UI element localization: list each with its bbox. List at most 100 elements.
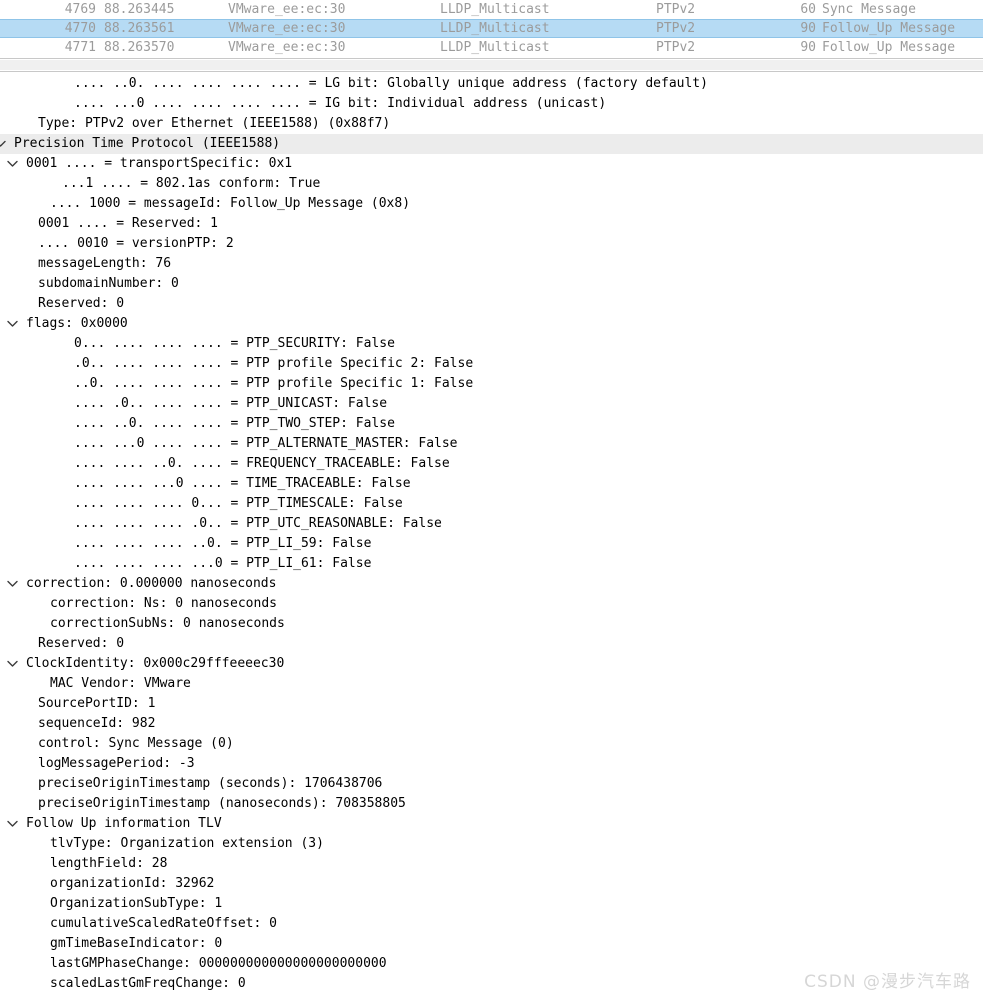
detail-tree-row[interactable]: lengthField: 28 <box>0 854 983 874</box>
detail-tree-row[interactable]: .... .... .... ...0 = PTP_LI_61: False <box>0 554 983 574</box>
detail-field-label: .... ..0. .... .... = PTP_TWO_STEP: Fals… <box>74 416 395 431</box>
detail-tree-row[interactable]: ClockIdentity: 0x000c29fffeeeec30 <box>0 654 983 674</box>
chevron-down-icon[interactable] <box>4 814 20 834</box>
detail-field-label: cumulativeScaledRateOffset: 0 <box>50 916 277 931</box>
packet-no: 4770 <box>64 21 96 36</box>
packet-source: VMware_ee:ec:30 <box>228 21 346 36</box>
detail-field-label: ...1 .... = 802.1as conform: True <box>62 176 321 191</box>
detail-tree-row[interactable]: .... .... .... 0... = PTP_TIMESCALE: Fal… <box>0 494 983 514</box>
detail-tree-row[interactable]: .... ..0. .... .... .... .... = LG bit: … <box>0 74 983 94</box>
detail-field-label: flags: 0x0000 <box>26 316 128 331</box>
detail-tree-row[interactable]: tlvType: Organization extension (3) <box>0 834 983 854</box>
detail-tree-row[interactable]: 0001 .... = transportSpecific: 0x1 <box>0 154 983 174</box>
packet-list-row[interactable]: 4769 88.263445 VMware_ee:ec:30 LLDP_Multica… <box>0 0 983 19</box>
detail-field-label: .... ...0 .... .... = PTP_ALTERNATE_MAST… <box>74 436 458 451</box>
detail-field-label: organizationId: 32962 <box>50 876 215 891</box>
detail-field-label: Precision Time Protocol (IEEE1588) <box>14 136 281 151</box>
detail-field-label: .... 0010 = versionPTP: 2 <box>38 236 234 251</box>
detail-tree-row[interactable]: .... ...0 .... .... .... .... = IG bit: … <box>0 94 983 114</box>
chevron-down-icon[interactable] <box>4 314 20 334</box>
detail-tree-row[interactable]: SourcePortID: 1 <box>0 694 983 714</box>
packet-protocol: PTPv2 <box>656 21 696 36</box>
detail-field-label: .... .... .... .0.. = PTP_UTC_REASONABLE… <box>74 516 442 531</box>
packet-protocol: PTPv2 <box>656 40 696 55</box>
detail-tree-row[interactable]: .... .0.. .... .... = PTP_UNICAST: False <box>0 394 983 414</box>
detail-tree-row[interactable]: .... .... ..0. .... = FREQUENCY_TRACEABL… <box>0 454 983 474</box>
detail-tree-row[interactable]: cumulativeScaledRateOffset: 0 <box>0 914 983 934</box>
packet-length: 60 <box>800 2 816 17</box>
packet-list-row[interactable]: 4770 88.263561 VMware_ee:ec:30 LLDP_Multica… <box>0 19 983 38</box>
detail-tree-row[interactable]: Type: PTPv2 over Ethernet (IEEE1588) (0x… <box>0 114 983 134</box>
detail-field-label: .... .... .... 0... = PTP_TIMESCALE: Fal… <box>74 496 403 511</box>
packet-no: 4769 <box>64 2 96 17</box>
detail-tree-row[interactable]: sequenceId: 982 <box>0 714 983 734</box>
detail-tree-row[interactable]: ..0. .... .... .... = PTP profile Specif… <box>0 374 983 394</box>
detail-tree-row[interactable]: 0... .... .... .... = PTP_SECURITY: Fals… <box>0 334 983 354</box>
packet-time: 88.263570 <box>104 40 175 55</box>
detail-tree-row[interactable]: organizationId: 32962 <box>0 874 983 894</box>
detail-tree-row[interactable]: logMessagePeriod: -3 <box>0 754 983 774</box>
detail-tree-row[interactable]: correction: Ns: 0 nanoseconds <box>0 594 983 614</box>
detail-tree-row[interactable]: .0.. .... .... .... = PTP profile Specif… <box>0 354 983 374</box>
detail-tree-row[interactable]: .... .... .... ..0. = PTP_LI_59: False <box>0 534 983 554</box>
detail-field-label: MAC Vendor: VMware <box>50 676 191 691</box>
detail-tree-row[interactable]: Follow Up information TLV <box>0 814 983 834</box>
detail-field-label: control: Sync Message (0) <box>38 736 234 751</box>
detail-field-label: correctionSubNs: 0 nanoseconds <box>50 616 285 631</box>
detail-tree-row[interactable]: .... ..0. .... .... = PTP_TWO_STEP: Fals… <box>0 414 983 434</box>
chevron-down-icon[interactable] <box>0 134 8 154</box>
detail-field-label: .... ...0 .... .... .... .... = IG bit: … <box>74 96 607 111</box>
detail-tree-row[interactable]: Precision Time Protocol (IEEE1588) <box>0 134 983 154</box>
detail-tree-row[interactable]: Reserved: 0 <box>0 634 983 654</box>
detail-field-label: preciseOriginTimestamp (nanoseconds): 70… <box>38 796 406 811</box>
pane-divider[interactable] <box>0 58 983 72</box>
detail-field-label: Reserved: 0 <box>38 636 125 651</box>
packet-info: Sync Message <box>822 2 916 17</box>
packet-info: Follow_Up Message <box>822 40 956 55</box>
detail-field-label: correction: Ns: 0 nanoseconds <box>50 596 277 611</box>
chevron-down-icon[interactable] <box>4 654 20 674</box>
detail-field-label: scaledLastGmFreqChange: 0 <box>50 976 246 991</box>
horizontal-scrollbar-track[interactable] <box>0 60 983 70</box>
detail-tree-row[interactable]: .... 0010 = versionPTP: 2 <box>0 234 983 254</box>
detail-field-label: sequenceId: 982 <box>38 716 156 731</box>
chevron-down-icon[interactable] <box>4 154 20 174</box>
detail-tree-row[interactable]: OrganizationSubType: 1 <box>0 894 983 914</box>
detail-field-label: Type: PTPv2 over Ethernet (IEEE1588) (0x… <box>38 116 391 131</box>
packet-list-pane[interactable]: 4769 88.263445 VMware_ee:ec:30 LLDP_Multica… <box>0 0 983 58</box>
detail-tree-row[interactable]: .... .... .... .0.. = PTP_UTC_REASONABLE… <box>0 514 983 534</box>
detail-tree-row[interactable]: .... ...0 .... .... = PTP_ALTERNATE_MAST… <box>0 434 983 454</box>
detail-field-label: SourcePortID: 1 <box>38 696 156 711</box>
detail-tree-row[interactable]: messageLength: 76 <box>0 254 983 274</box>
detail-field-label: tlvType: Organization extension (3) <box>50 836 324 851</box>
chevron-down-icon[interactable] <box>4 574 20 594</box>
detail-field-label: subdomainNumber: 0 <box>38 276 179 291</box>
detail-tree-row[interactable]: subdomainNumber: 0 <box>0 274 983 294</box>
detail-tree-row[interactable]: control: Sync Message (0) <box>0 734 983 754</box>
watermark: CSDN @漫步汽车路 <box>804 972 971 992</box>
detail-tree-row[interactable]: .... .... ...0 .... = TIME_TRACEABLE: Fa… <box>0 474 983 494</box>
detail-tree-row[interactable]: MAC Vendor: VMware <box>0 674 983 694</box>
detail-tree-row[interactable]: Reserved: 0 <box>0 294 983 314</box>
detail-tree-row[interactable]: ...1 .... = 802.1as conform: True <box>0 174 983 194</box>
detail-field-label: .... .... ..0. .... = FREQUENCY_TRACEABL… <box>74 456 450 471</box>
detail-tree-row[interactable]: .... 1000 = messageId: Follow_Up Message… <box>0 194 983 214</box>
packet-destination: LLDP_Multicast <box>440 2 550 17</box>
detail-tree-row[interactable]: flags: 0x0000 <box>0 314 983 334</box>
detail-tree-row[interactable]: 0001 .... = Reserved: 1 <box>0 214 983 234</box>
detail-tree-row[interactable]: correctionSubNs: 0 nanoseconds <box>0 614 983 634</box>
detail-field-label: lengthField: 28 <box>50 856 168 871</box>
detail-field-label: correction: 0.000000 nanoseconds <box>26 576 277 591</box>
detail-tree-row[interactable]: gmTimeBaseIndicator: 0 <box>0 934 983 954</box>
detail-tree-row[interactable]: preciseOriginTimestamp (seconds): 170643… <box>0 774 983 794</box>
packet-protocol: PTPv2 <box>656 2 696 17</box>
detail-tree-row[interactable]: correction: 0.000000 nanoseconds <box>0 574 983 594</box>
detail-tree-row[interactable]: preciseOriginTimestamp (nanoseconds): 70… <box>0 794 983 814</box>
packet-detail-pane[interactable]: .... ..0. .... .... .... .... = LG bit: … <box>0 74 983 996</box>
detail-field-label: .... .... .... ...0 = PTP_LI_61: False <box>74 556 372 571</box>
detail-field-label: .... ..0. .... .... .... .... = LG bit: … <box>74 76 708 91</box>
detail-field-label: ..0. .... .... .... = PTP profile Specif… <box>74 376 474 391</box>
packet-list-row[interactable]: 4771 88.263570 VMware_ee:ec:30 LLDP_Multica… <box>0 38 983 57</box>
packet-time: 88.263445 <box>104 2 175 17</box>
detail-field-label: .0.. .... .... .... = PTP profile Specif… <box>74 356 474 371</box>
